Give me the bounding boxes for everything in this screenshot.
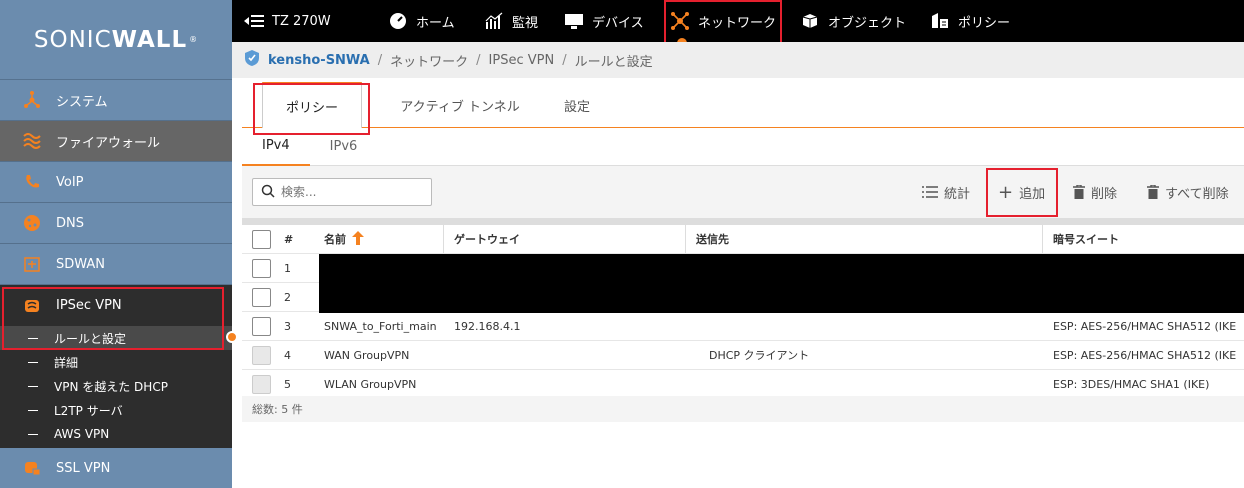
sort-up-icon bbox=[352, 230, 364, 248]
row-checkbox bbox=[252, 345, 271, 365]
sidebar-item-label: SDWAN bbox=[56, 256, 106, 272]
voip-icon bbox=[22, 172, 42, 192]
sidebar-item-label: IPSec VPN bbox=[56, 298, 122, 313]
submenu-advanced[interactable]: 詳細 bbox=[0, 350, 232, 374]
breadcrumb-current: ルールと設定 bbox=[574, 54, 653, 70]
sidebar-item-label: ファイアウォール bbox=[56, 135, 161, 151]
home-icon bbox=[388, 11, 408, 31]
network-icon bbox=[670, 11, 690, 31]
select-all-checkbox[interactable] bbox=[252, 229, 271, 249]
nav-network[interactable]: ネットワーク bbox=[670, 0, 776, 42]
ipsec-submenu: ルールと設定 詳細 VPN を越えた DHCP L2TP サーバ AWS VPN bbox=[0, 326, 232, 446]
search-icon bbox=[261, 184, 275, 201]
delete-button[interactable]: 削除 bbox=[1073, 166, 1117, 218]
firewall-icon bbox=[22, 131, 42, 151]
tab-settings[interactable]: 設定 bbox=[552, 83, 602, 127]
trash-icon bbox=[1073, 185, 1085, 199]
vpn-policy-table: # 名前 ゲートウェイ 送信先 暗号スイート 1 2 3 SNWA_to_For… bbox=[242, 218, 1244, 399]
tab-bar: ポリシー アクティブ トンネル 設定 bbox=[242, 78, 1244, 128]
redacted-area bbox=[319, 254, 1244, 313]
breadcrumb-network[interactable]: ネットワーク bbox=[390, 51, 468, 70]
list-icon bbox=[922, 186, 938, 198]
total-count: 総数: 5 件 bbox=[242, 396, 1244, 422]
nav-object[interactable]: オブジェクト bbox=[800, 0, 906, 42]
row-checkbox[interactable] bbox=[252, 258, 271, 278]
submenu-dhcp-over-vpn[interactable]: VPN を越えた DHCP bbox=[0, 374, 232, 398]
dns-icon bbox=[22, 213, 42, 233]
column-gateway[interactable]: ゲートウェイ bbox=[443, 225, 520, 253]
sidebar-item-sdwan[interactable]: SDWAN bbox=[0, 244, 232, 285]
search-input[interactable] bbox=[281, 185, 421, 199]
tab-ipv6[interactable]: IPv6 bbox=[310, 128, 378, 166]
nav-device[interactable]: デバイス bbox=[564, 0, 644, 42]
breadcrumb: kensho-SNWA / ネットワーク / IPSec VPN / ルールと設… bbox=[232, 42, 1244, 78]
nav-monitor[interactable]: 監視 bbox=[484, 0, 538, 42]
table-row[interactable]: 5 WLAN GroupVPN ESP: 3DES/HMAC SHA1 (IKE… bbox=[242, 370, 1244, 399]
sidebar: SONICWALL ® システム ファイアウォール VoIP DNS SDWAN … bbox=[0, 0, 232, 488]
nav-policy[interactable]: ポリシー bbox=[930, 0, 1010, 42]
sidebar-item-label: SSL VPN bbox=[56, 460, 111, 476]
ip-version-tabs: IPv4 IPv6 bbox=[242, 128, 1244, 166]
row-checkbox[interactable] bbox=[252, 316, 271, 336]
trash-icon bbox=[1147, 185, 1159, 199]
submenu-rules-settings[interactable]: ルールと設定 bbox=[0, 326, 232, 350]
submenu-aws-vpn[interactable]: AWS VPN bbox=[0, 422, 232, 446]
sidebar-item-ssl-vpn[interactable]: SSL VPN bbox=[0, 448, 232, 488]
column-name[interactable]: 名前 bbox=[324, 225, 364, 253]
nav-home[interactable]: ホーム bbox=[388, 0, 455, 42]
column-destination[interactable]: 送信先 bbox=[685, 225, 729, 253]
table-row[interactable]: 4 WAN GroupVPN DHCP クライアント ESP: AES-256/… bbox=[242, 341, 1244, 370]
policy-icon bbox=[930, 11, 950, 31]
breadcrumb-device[interactable]: kensho-SNWA bbox=[268, 53, 370, 68]
sidebar-item-dns[interactable]: DNS bbox=[0, 203, 232, 244]
sidebar-item-ipsec-vpn[interactable]: IPSec VPN bbox=[0, 285, 232, 326]
sidebar-item-voip[interactable]: VoIP bbox=[0, 162, 232, 203]
tab-ipv4[interactable]: IPv4 bbox=[242, 128, 310, 166]
submenu-l2tp-server[interactable]: L2TP サーバ bbox=[0, 398, 232, 422]
row-checkbox bbox=[252, 374, 271, 394]
device-icon bbox=[564, 11, 584, 31]
stats-button[interactable]: 統計 bbox=[922, 166, 970, 218]
object-icon bbox=[800, 11, 820, 31]
breadcrumb-ipsec[interactable]: IPSec VPN bbox=[489, 53, 555, 68]
table-row[interactable]: 3 SNWA_to_Forti_main 192.168.4.1 ESP: AE… bbox=[242, 312, 1244, 341]
delete-all-button[interactable]: すべて削除 bbox=[1147, 166, 1229, 218]
toolbar: 統計 + 追加 削除 すべて削除 bbox=[242, 166, 1244, 218]
shield-icon bbox=[244, 49, 260, 71]
search-box[interactable] bbox=[252, 178, 432, 206]
add-button[interactable]: + 追加 bbox=[998, 166, 1045, 218]
sslvpn-icon bbox=[22, 458, 42, 478]
sidebar-item-firewall[interactable]: ファイアウォール bbox=[0, 121, 232, 162]
column-cipher-suite[interactable]: 暗号スイート bbox=[1042, 225, 1119, 253]
tab-policy[interactable]: ポリシー bbox=[262, 82, 362, 128]
sidebar-item-system[interactable]: システム bbox=[0, 80, 232, 121]
sidebar-item-label: VoIP bbox=[56, 174, 84, 190]
ipsec-icon bbox=[22, 296, 42, 316]
device-model: TZ 270W bbox=[272, 13, 331, 29]
tab-active-tunnels[interactable]: アクティブ トンネル bbox=[390, 83, 530, 127]
sonicwall-logo: SONICWALL ® bbox=[0, 0, 232, 80]
top-navbar: TZ 270W ホーム 監視 デバイス ネットワーク オブジェクト ポリシー bbox=[232, 0, 1244, 42]
sidebar-item-label: DNS bbox=[56, 215, 84, 231]
plus-icon: + bbox=[998, 181, 1014, 203]
sidebar-item-label: システム bbox=[56, 94, 108, 110]
active-indicator-dot bbox=[226, 331, 238, 343]
collapse-menu-icon[interactable] bbox=[244, 11, 264, 31]
monitor-icon bbox=[484, 11, 504, 31]
row-checkbox[interactable] bbox=[252, 287, 271, 307]
network-icon bbox=[22, 90, 42, 110]
device-menu[interactable]: TZ 270W bbox=[244, 0, 384, 42]
sdwan-icon bbox=[22, 254, 42, 274]
table-header: # 名前 ゲートウェイ 送信先 暗号スイート bbox=[242, 225, 1244, 254]
